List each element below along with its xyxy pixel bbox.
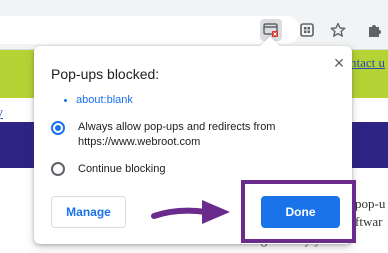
option-continue-blocking[interactable]: Continue blocking xyxy=(51,162,165,177)
option-always-allow[interactable]: Always allow pop-ups and redirects from … xyxy=(51,120,340,150)
browser-toolbar xyxy=(0,0,388,50)
screenshot: ntact u y pop-u ftwar ning the way you v… xyxy=(0,0,388,253)
radio-unchecked-icon[interactable] xyxy=(51,162,65,176)
option-label: Continue blocking xyxy=(78,163,166,175)
puzzle-icon[interactable] xyxy=(363,19,385,41)
address-bar[interactable] xyxy=(0,16,300,44)
close-icon[interactable]: × xyxy=(330,54,348,72)
blocked-popup-label: about:blank xyxy=(76,94,133,106)
star-icon[interactable] xyxy=(327,19,349,41)
blocked-popup-link[interactable]: about:blank xyxy=(64,94,133,106)
manage-button[interactable]: Manage xyxy=(51,196,126,228)
page-text-line: ftwar xyxy=(355,214,383,229)
contact-link[interactable]: ntact u xyxy=(350,55,385,71)
radio-checked-icon[interactable] xyxy=(51,121,65,135)
extension-icon[interactable] xyxy=(296,19,318,41)
dialog-title: Pop-ups blocked: xyxy=(51,66,160,82)
highlight-box xyxy=(241,180,356,243)
bullet-icon xyxy=(64,98,67,102)
annotation-arrow-icon xyxy=(151,200,230,224)
page-text-line: pop-u xyxy=(355,196,386,211)
page-link[interactable]: y xyxy=(0,106,3,122)
option-label: Always allow pop-ups and redirects from … xyxy=(78,121,276,148)
